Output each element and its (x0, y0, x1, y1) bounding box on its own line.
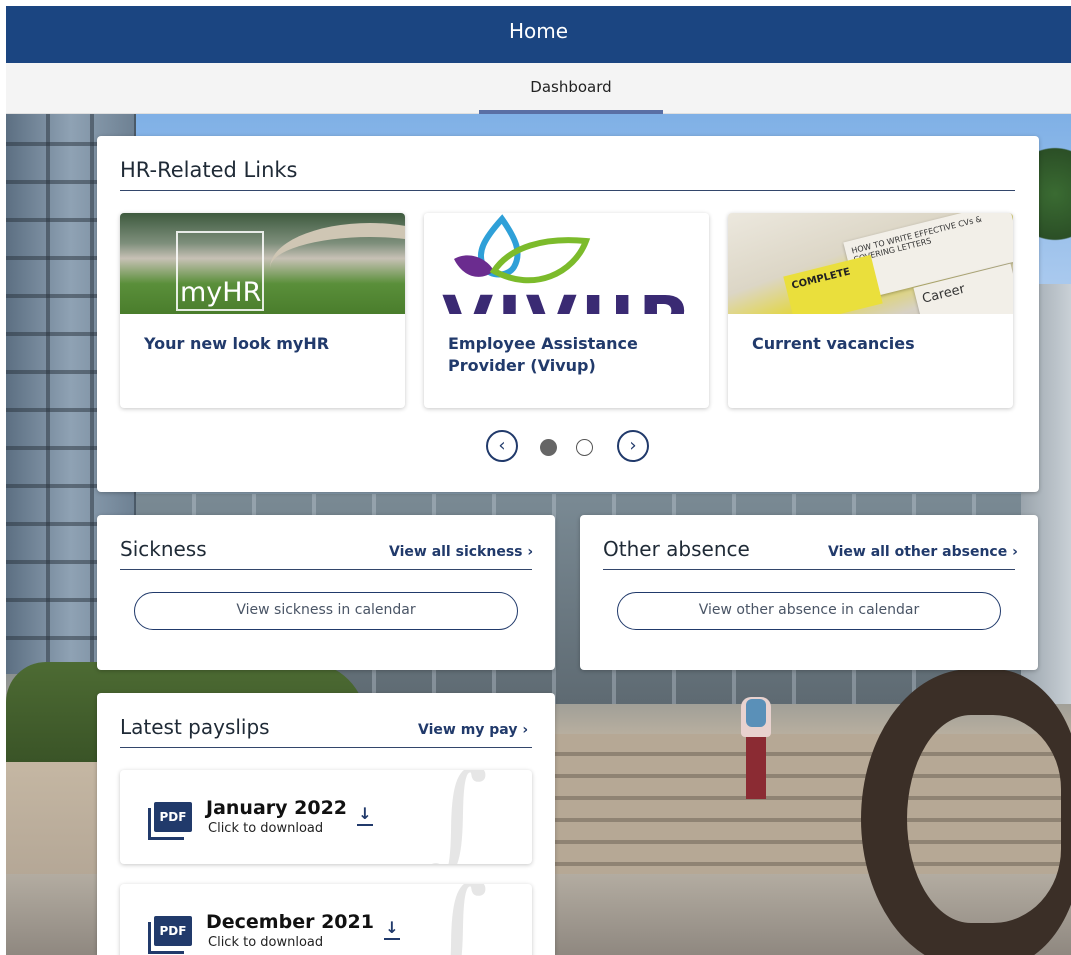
tile-vacancies[interactable]: HOW TO WRITE EFFECTIVE CVs & COVERING LE… (728, 213, 1013, 408)
pdf-icon: PDF (148, 802, 192, 842)
tile-myhr[interactable]: myHR Your new look myHR (120, 213, 405, 408)
chevron-left-icon[interactable]: ‹ (486, 430, 518, 462)
payslips-card: Latest payslips View my pay › ∫ PDF Janu… (97, 693, 555, 955)
tab-dashboard[interactable]: Dashboard (479, 63, 663, 114)
sub-navigation: Dashboard (6, 63, 1071, 114)
vacancies-thumbnail: HOW TO WRITE EFFECTIVE CVs & COVERING LE… (728, 213, 1013, 314)
other-absence-title: Other absence (603, 537, 750, 561)
pdf-watermark-icon: ∫ (425, 770, 489, 864)
page-header: Home (6, 6, 1071, 63)
vivup-thumbnail: VIVUP (424, 213, 709, 314)
tile-label: Current vacancies (752, 334, 915, 353)
payslip-item[interactable]: ∫ PDF January 2022 Click to download ↓ (120, 770, 532, 864)
download-icon[interactable]: ↓ (384, 920, 400, 940)
myhr-logo: myHR (176, 231, 264, 311)
tile-label: Employee Assistance Provider (Vivup) (448, 334, 638, 375)
carousel-dot-active[interactable] (540, 439, 557, 456)
chevron-right-icon[interactable]: › (617, 430, 649, 462)
divider (603, 569, 1015, 570)
download-icon[interactable]: ↓ (357, 806, 373, 826)
view-all-sickness-link[interactable]: View all sickness › (389, 544, 533, 560)
sickness-card: Sickness View all sickness › View sickne… (97, 515, 555, 670)
leaflet: COMPLETE (783, 254, 883, 314)
payslip-item[interactable]: ∫ PDF December 2021 Click to download ↓ (120, 884, 532, 955)
tile-label: Your new look myHR (144, 334, 330, 353)
carousel-dot[interactable] (576, 439, 593, 456)
sickness-title: Sickness (120, 537, 207, 561)
view-all-other-absence-link[interactable]: View all other absence › (828, 544, 1018, 560)
divider (120, 569, 532, 570)
pdf-icon: PDF (148, 916, 192, 955)
view-sickness-calendar-button[interactable]: View sickness in calendar (134, 592, 518, 630)
hr-links-title: HR-Related Links (120, 158, 298, 182)
payslip-hint: Click to download (208, 821, 324, 836)
payslip-hint: Click to download (208, 935, 324, 950)
pdf-watermark-icon: ∫ (425, 884, 489, 955)
divider (120, 190, 1015, 191)
other-absence-card: Other absence View all other absence › V… (580, 515, 1038, 670)
myhr-thumbnail: myHR (120, 213, 405, 314)
carousel-controls: ‹ › (97, 430, 1039, 464)
vivup-wordmark: VIVUP (424, 288, 709, 315)
view-my-pay-link[interactable]: View my pay › (418, 722, 528, 738)
payslip-month: December 2021 (206, 911, 374, 933)
payslips-title: Latest payslips (120, 715, 270, 739)
hr-links-card: HR-Related Links myHR Your new look myHR… (97, 136, 1039, 492)
page-title: Home (508, 19, 569, 43)
payslip-month: January 2022 (206, 797, 348, 819)
divider (120, 747, 532, 748)
view-other-absence-calendar-button[interactable]: View other absence in calendar (617, 592, 1001, 630)
tile-vivup[interactable]: VIVUP Employee Assistance Provider (Vivu… (424, 213, 709, 408)
